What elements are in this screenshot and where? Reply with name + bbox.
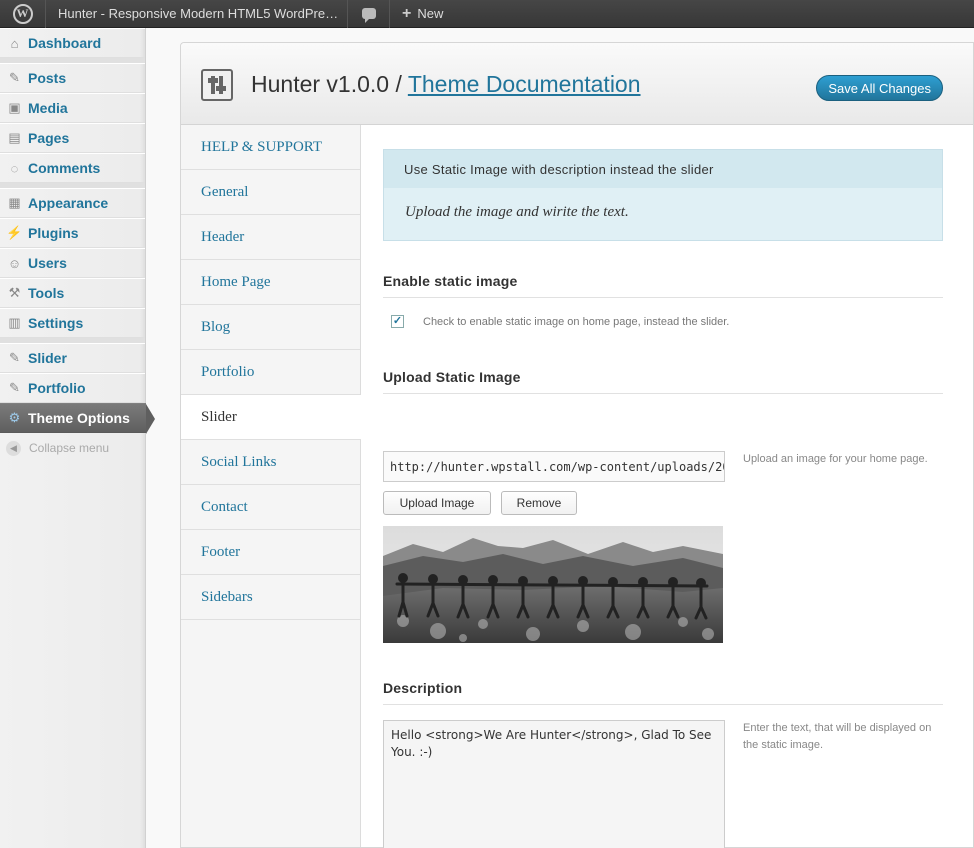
sidebar-item-label: Posts — [28, 70, 67, 86]
settings-icon: ▥ — [8, 315, 21, 330]
sidebar-item-label: Plugins — [28, 225, 79, 241]
tab-home-page[interactable]: Home Page — [181, 260, 360, 305]
enable-static-image-title: Enable static image — [383, 273, 943, 298]
sidebar-item-settings[interactable]: ▥ Settings — [0, 308, 145, 338]
gear-icon: ⚙ — [8, 410, 21, 425]
comments-button[interactable] — [348, 0, 390, 28]
admin-sidebar: ⌂ Dashboard ✎ Posts ▣ Media ▤ Pages ◌ Co… — [0, 28, 155, 848]
admin-bar: W Hunter - Responsive Modern HTML5 WordP… — [0, 0, 974, 28]
tab-help-support[interactable]: HELP & SUPPORT — [181, 125, 360, 170]
sidebar-item-plugins[interactable]: ⚡ Plugins — [0, 218, 145, 248]
tab-header[interactable]: Header — [181, 215, 360, 260]
info-text: Upload the image and wirite the text. — [405, 204, 629, 220]
new-label: New — [417, 6, 444, 21]
tab-contact[interactable]: Contact — [181, 485, 360, 530]
page-title: Hunter v1.0.0 / Theme Documentation — [251, 71, 641, 98]
comment-bubble-icon — [361, 8, 376, 23]
remove-image-button[interactable]: Remove — [501, 491, 577, 515]
pages-icon: ▤ — [8, 130, 21, 145]
theme-documentation-link[interactable]: Theme Documentation — [408, 71, 641, 97]
sidebar-item-label: Settings — [28, 315, 84, 331]
pin-icon: ✎ — [9, 350, 20, 365]
enable-static-image-checkbox[interactable]: ✓ — [391, 315, 404, 328]
sidebar-item-pages[interactable]: ▤ Pages — [0, 123, 145, 153]
sidebar-item-dashboard[interactable]: ⌂ Dashboard — [0, 28, 145, 58]
tab-footer[interactable]: Footer — [181, 530, 360, 575]
slider-bar-icon — [216, 76, 226, 94]
mountain-photo — [383, 526, 723, 643]
sidebar-item-label: Portfolio — [28, 380, 86, 396]
check-icon: ✓ — [392, 315, 403, 327]
options-tabs: HELP & SUPPORT General Header Home Page … — [181, 125, 361, 847]
sidebar-item-label: Dashboard — [28, 35, 102, 51]
sidebar-item-label: Tools — [28, 285, 65, 301]
dashboard-icon: ⌂ — [10, 35, 19, 51]
upload-image-button[interactable]: Upload Image — [383, 491, 491, 515]
title-prefix: Hunter v1.0.0 / — [251, 71, 402, 97]
pin-icon: ✎ — [9, 380, 20, 395]
collapse-menu-button[interactable]: ◀ Collapse menu — [0, 433, 145, 463]
wordpress-icon: W — [12, 3, 33, 24]
sidebar-item-theme-options[interactable]: ⚙ Theme Options — [0, 403, 155, 434]
enable-static-image-row: ✓ Check to enable static image on home p… — [391, 315, 729, 328]
site-name-link[interactable]: Hunter - Responsive Modern HTML5 WordPre… — [46, 0, 348, 28]
plus-icon: + — [402, 4, 412, 22]
sidebar-item-label: Theme Options — [28, 410, 130, 426]
theme-options-panel: Hunter v1.0.0 / Theme Documentation Save… — [180, 42, 974, 848]
sidebar-item-label: Slider — [28, 350, 67, 366]
plugins-icon: ⚡ — [6, 225, 23, 240]
tab-general[interactable]: General — [181, 170, 360, 215]
sidebar-item-label: Comments — [28, 160, 101, 176]
sidebar-item-portfolio[interactable]: ✎ Portfolio — [0, 373, 145, 403]
options-sliders-icon — [201, 69, 233, 101]
media-icon: ▣ — [8, 100, 21, 115]
users-icon: ☺ — [7, 255, 22, 271]
sidebar-item-users[interactable]: ☺ Users — [0, 248, 145, 278]
sidebar-item-media[interactable]: ▣ Media — [0, 93, 145, 123]
sidebar-item-label: Appearance — [28, 195, 109, 211]
info-heading: Use Static Image with description instea… — [384, 150, 942, 188]
description-help-text: Enter the text, that will be displayed o… — [743, 722, 932, 751]
static-image-preview — [383, 526, 723, 643]
upload-help-text: Upload an image for your home page. — [743, 453, 928, 465]
tab-slider[interactable]: Slider — [181, 395, 361, 440]
sidebar-item-label: Users — [28, 255, 67, 271]
description-title: Description — [383, 680, 943, 705]
sidebar-item-posts[interactable]: ✎ Posts — [0, 63, 145, 93]
tab-social-links[interactable]: Social Links — [181, 440, 360, 485]
appearance-icon: ▦ — [8, 195, 21, 210]
upload-static-image-title: Upload Static Image — [383, 369, 943, 394]
description-textarea[interactable]: Hello <strong>We Are Hunter</strong>, Gl… — [383, 720, 725, 848]
collapse-arrow-icon: ◀ — [6, 440, 21, 456]
save-all-changes-button[interactable]: Save All Changes — [816, 75, 943, 101]
tools-icon: ⚒ — [8, 285, 21, 300]
panel-header: Hunter v1.0.0 / Theme Documentation Save… — [181, 43, 973, 125]
image-url-input[interactable]: http://hunter.wpstall.com/wp-content/upl… — [383, 451, 725, 482]
info-box: Use Static Image with description instea… — [383, 149, 943, 241]
sidebar-item-appearance[interactable]: ▦ Appearance — [0, 188, 145, 218]
new-content-button[interactable]: + New — [390, 0, 455, 28]
collapse-menu-label: Collapse menu — [29, 441, 110, 455]
wordpress-logo-button[interactable]: W — [0, 0, 46, 28]
slider-bar-icon — [208, 76, 218, 94]
tab-portfolio[interactable]: Portfolio — [181, 350, 360, 395]
tab-blog[interactable]: Blog — [181, 305, 360, 350]
sidebar-item-label: Pages — [28, 130, 70, 146]
sidebar-item-tools[interactable]: ⚒ Tools — [0, 278, 145, 308]
sidebar-item-label: Media — [28, 100, 68, 116]
sidebar-item-slider[interactable]: ✎ Slider — [0, 343, 145, 373]
tab-sidebars[interactable]: Sidebars — [181, 575, 360, 620]
pin-icon: ✎ — [9, 70, 20, 85]
sidebar-item-comments[interactable]: ◌ Comments — [0, 153, 145, 183]
comments-icon: ◌ — [10, 160, 19, 176]
enable-static-image-label: Check to enable static image on home pag… — [423, 315, 730, 328]
